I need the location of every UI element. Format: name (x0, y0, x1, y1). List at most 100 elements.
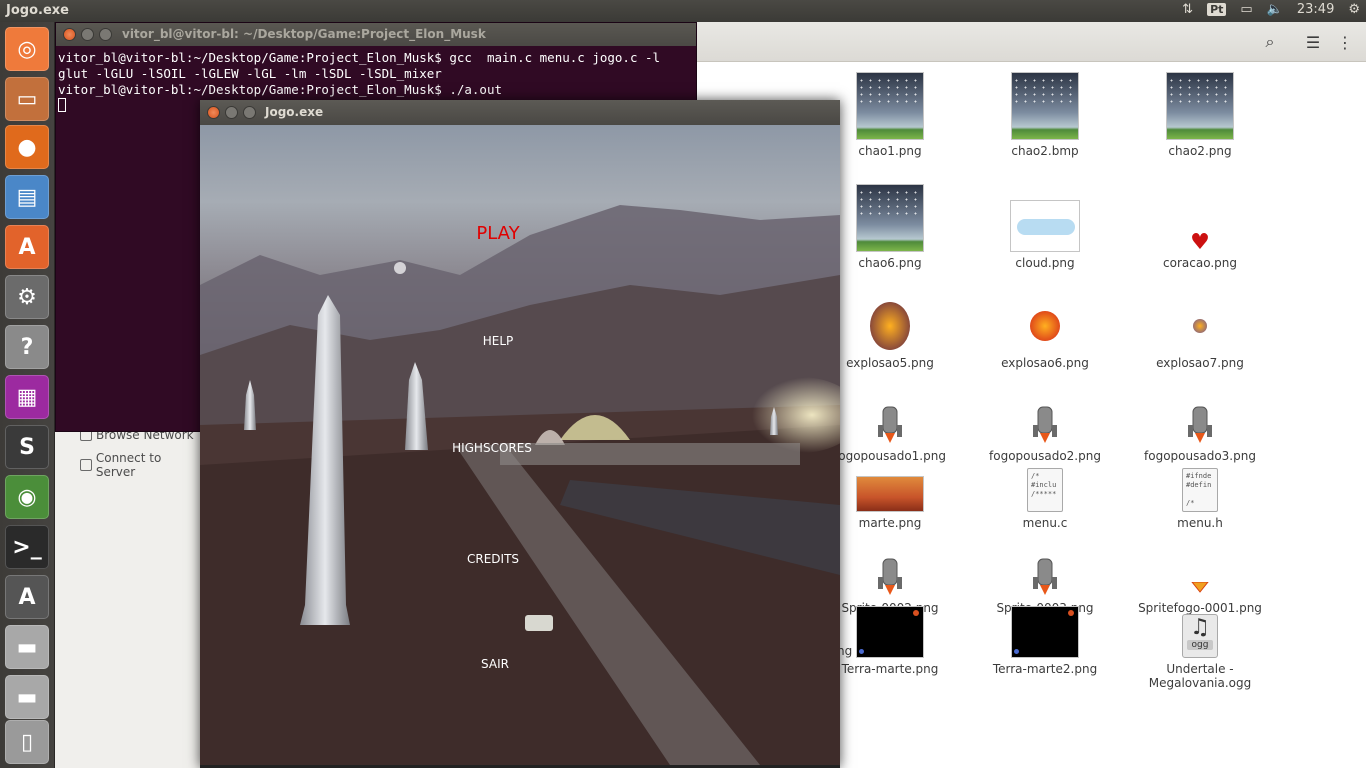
app-window-icon[interactable]: ▦ (5, 375, 49, 419)
file-thumbnail-slot (970, 70, 1120, 140)
file-thumbnail-slot (1125, 70, 1275, 140)
system-settings-icon[interactable]: ⚙ (5, 275, 49, 319)
file-name: cloud.png (1015, 256, 1075, 270)
software-updater-icon[interactable]: A (5, 575, 49, 619)
launcher-glyph: ▦ (16, 384, 38, 410)
file-name: chao2.png (1168, 144, 1232, 158)
file-item[interactable]: cloud.png (970, 182, 1120, 270)
launcher-glyph: A (18, 234, 36, 260)
image-thumbnail (856, 184, 924, 252)
terminal-icon[interactable]: >_ (5, 525, 49, 569)
ogg-badge: ogg (1187, 640, 1213, 650)
terminal-line: vitor_bl@vitor-bl:~/Desktop/Game:Project… (58, 50, 661, 65)
search-icon[interactable]: ⌕ (1255, 28, 1285, 56)
launcher-glyph: ▬ (16, 684, 38, 710)
explosion-thumbnail (1170, 296, 1230, 352)
credits-button[interactable]: CREDITS (453, 552, 533, 566)
list-view-icon[interactable]: ☰ (1298, 28, 1328, 56)
launcher-glyph: A (18, 584, 36, 610)
file-thumbnail-slot (1125, 375, 1275, 445)
clock[interactable]: 23:49 (1297, 2, 1334, 17)
firefox-icon[interactable]: ● (5, 125, 49, 169)
drive-icon[interactable]: ▬ (5, 625, 49, 669)
mars-thumbnail (856, 476, 924, 512)
dash-home-icon[interactable]: ◎ (5, 27, 49, 71)
active-app-title: Jogo.exe (6, 3, 69, 18)
exit-button[interactable]: SAIR (455, 657, 535, 671)
file-name: explosao7.png (1156, 356, 1244, 370)
file-item[interactable]: ♫ ogg Undertale - Megalovania.ogg (1125, 588, 1275, 690)
keyboard-layout-indicator[interactable]: Pt (1207, 3, 1227, 16)
file-thumbnail-slot (970, 182, 1120, 252)
indicator-area: ⇅ Pt ▭ 🔈 23:49 ⚙ (1182, 2, 1360, 17)
rocket-sprite-icon (1033, 406, 1057, 443)
image-thumbnail (856, 72, 924, 140)
launcher-glyph: ▤ (16, 184, 38, 210)
chrome-icon[interactable]: ◉ (5, 475, 49, 519)
network-arrows-icon[interactable]: ⇅ (1182, 2, 1193, 17)
volume-icon[interactable]: 🔈 (1267, 2, 1283, 17)
terminal-titlebar[interactable]: vitor_bl@vitor-bl: ~/Desktop/Game:Projec… (56, 23, 696, 46)
game-titlebar[interactable]: Jogo.exe (200, 100, 840, 125)
sidebar-item-label: Connect to Server (95, 451, 162, 479)
launcher-glyph: ▭ (16, 86, 38, 112)
launcher: ◎ ▭ ● ▤ A ⚙? ▦ S ◉ >_ A ▬ ▬ ▯ (0, 22, 55, 768)
close-icon[interactable] (63, 28, 76, 41)
planet-dot (1068, 610, 1074, 616)
file-item[interactable]: ♥ coracao.png (1125, 182, 1275, 271)
game-window[interactable]: Jogo.exe PLAY HELP HIGHSCORES CREDITS SA… (200, 100, 840, 768)
file-item[interactable]: chao2.png (1125, 70, 1275, 158)
space-thumbnail (856, 606, 924, 658)
help-icon[interactable]: ? (5, 325, 49, 369)
menu-icon[interactable]: ⋮ (1330, 28, 1360, 56)
planet-dot (913, 610, 919, 616)
game-menu-canvas: PLAY HELP HIGHSCORES CREDITS SAIR (200, 125, 840, 765)
launcher-glyph: ? (20, 334, 34, 360)
file-thumbnail-slot (970, 282, 1120, 352)
file-preview-text: /* #inclu /***** (1031, 472, 1057, 498)
file-name: Undertale - Megalovania.ogg (1148, 662, 1252, 690)
sublime-text-icon[interactable]: S (5, 425, 49, 469)
file-thumbnail-slot: #ifnde #defin /* (1125, 442, 1275, 512)
rocket-sprite-icon (878, 406, 902, 443)
help-button[interactable]: HELP (458, 334, 538, 348)
writer-icon[interactable]: ▤ (5, 175, 49, 219)
file-name: Terra-marte2.png (992, 662, 1098, 676)
file-name: explosao6.png (1001, 356, 1089, 370)
gear-icon[interactable]: ⚙ (1348, 2, 1360, 17)
file-item[interactable]: explosao6.png (970, 282, 1120, 370)
battery-icon[interactable]: ▭ (1240, 2, 1252, 17)
explosion-thumbnail (860, 296, 920, 352)
minimize-icon[interactable] (225, 106, 238, 119)
close-icon[interactable] (207, 106, 220, 119)
file-item[interactable]: explosao7.png (1125, 282, 1275, 370)
highscores-button[interactable]: HIGHSCORES (437, 441, 547, 455)
file-thumbnail-slot (1125, 282, 1275, 352)
software-center-icon[interactable]: A (5, 225, 49, 269)
files-icon[interactable]: ▭ (5, 77, 49, 121)
top-panel: Jogo.exe ⇅ Pt ▭ 🔈 23:49 ⚙ (0, 0, 1366, 22)
sidebar-item-connect-to-server[interactable]: Connect to Server (80, 451, 203, 479)
planet-dot (859, 649, 864, 654)
file-thumbnail-slot (970, 588, 1120, 658)
file-item[interactable]: #ifnde #defin /* menu.h (1125, 442, 1275, 530)
drive-2-icon[interactable]: ▬ (5, 675, 49, 719)
launcher-glyph: ▯ (20, 729, 34, 755)
game-window-title: Jogo.exe (265, 105, 324, 119)
file-item[interactable]: /* #inclu /***** menu.c (970, 442, 1120, 530)
rocket-sprite-icon (1188, 406, 1212, 443)
launcher-glyph: ● (17, 134, 37, 160)
maximize-icon[interactable] (99, 28, 112, 41)
music-note-icon: ♫ (1190, 615, 1210, 640)
file-item[interactable]: Terra-marte2.png (970, 588, 1120, 676)
file-thumbnail-slot: /* #inclu /***** (970, 442, 1120, 512)
terminal-title: vitor_bl@vitor-bl: ~/Desktop/Game:Projec… (122, 27, 486, 41)
file-thumbnail-slot (970, 527, 1120, 597)
trash-icon[interactable]: ▯ (5, 720, 49, 764)
file-item[interactable]: chao2.bmp (970, 70, 1120, 158)
launcher-glyph: ◉ (17, 484, 37, 510)
minimize-icon[interactable] (81, 28, 94, 41)
file-preview-text: #ifnde #defin /* (1186, 472, 1212, 507)
maximize-icon[interactable] (243, 106, 256, 119)
play-button[interactable]: PLAY (458, 223, 538, 244)
